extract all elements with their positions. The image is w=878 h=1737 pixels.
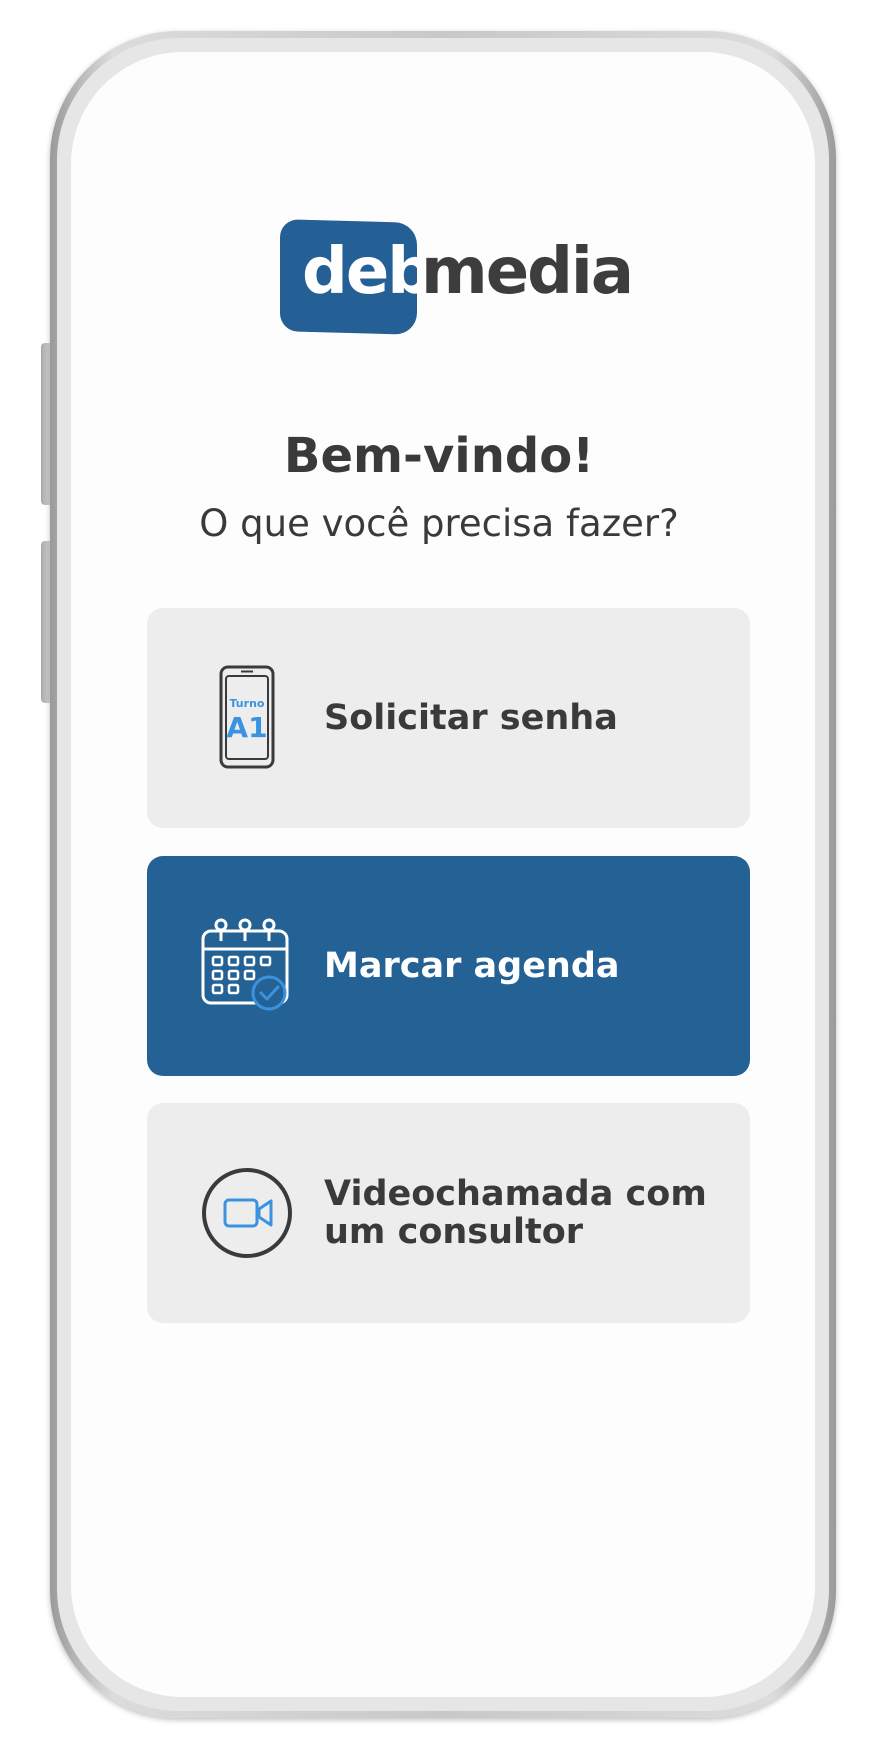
calendar-check-icon [199, 911, 295, 1021]
option-label-video-call-line2: um consultor [324, 1212, 584, 1252]
icon-text-a1: A1 [226, 711, 267, 744]
option-video-call[interactable]: Videochamada com um consultor [147, 1103, 750, 1323]
app-stage: deb media Bem-vindo! O que você precisa … [0, 0, 878, 1737]
option-label-video-call-line1: Videochamada com [324, 1174, 707, 1214]
video-camera-icon [199, 1158, 295, 1268]
option-label-video-call: Videochamada com um consultor [324, 1175, 724, 1251]
debmedia-logo: deb media [280, 219, 634, 335]
logo-text-media: media [421, 235, 634, 309]
smartphone-ticket-icon: Turno A1 [199, 663, 295, 773]
logo-text-deb: deb [302, 235, 433, 309]
option-schedule-appointment[interactable]: Marcar agenda [147, 856, 750, 1076]
option-request-ticket[interactable]: Turno A1 Solicitar senha [147, 608, 750, 828]
option-label-request-ticket: Solicitar senha [324, 698, 618, 738]
welcome-subtitle: O que você precisa fazer? [199, 502, 679, 545]
welcome-title: Bem-vindo! [283, 428, 595, 484]
option-label-schedule-appointment: Marcar agenda [324, 946, 620, 986]
icon-text-turno: Turno [230, 697, 265, 710]
